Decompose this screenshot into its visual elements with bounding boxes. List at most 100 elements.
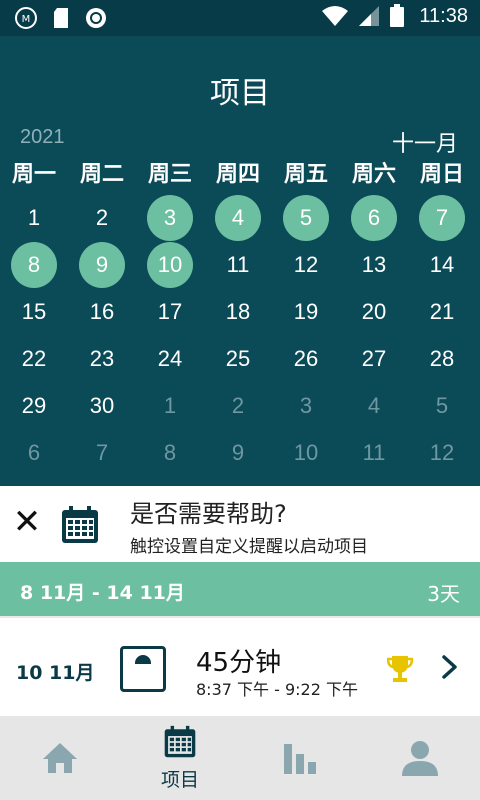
calendar-header: 项目 2021 十一月 周一 周二 周三 周四 周五 周六 周日 1234567… xyxy=(0,36,480,486)
nav-stats[interactable] xyxy=(240,716,360,800)
calendar-day-cell[interactable]: 6 xyxy=(0,429,68,476)
record-icon xyxy=(86,8,106,28)
calendar-day-cell[interactable]: 19 xyxy=(272,288,340,335)
calendar-day: 24 xyxy=(157,345,183,371)
calendar-day-cell[interactable]: 6 xyxy=(340,194,408,241)
bottom-nav: 项目 xyxy=(0,716,480,800)
calendar-day-cell[interactable]: 9 xyxy=(68,241,136,288)
status-bar: M 11:38 xyxy=(0,0,480,36)
calendar-day-cell[interactable]: 5 xyxy=(408,382,476,429)
battery-icon xyxy=(390,4,405,27)
calendar-day-cell[interactable]: 9 xyxy=(204,429,272,476)
calendar-day: 3 xyxy=(147,194,193,241)
calendar-day-cell[interactable]: 8 xyxy=(136,429,204,476)
trophy-icon xyxy=(387,656,413,682)
calendar-day: 5 xyxy=(435,392,449,418)
calendar-day: 11 xyxy=(226,251,250,277)
close-icon[interactable]: ✕ xyxy=(12,505,42,539)
calendar-icon xyxy=(62,506,98,543)
calendar-day-cell[interactable]: 2 xyxy=(68,194,136,241)
calendar-day: 26 xyxy=(293,345,319,371)
calendar-icon xyxy=(164,725,196,757)
weekday-label: 周二 xyxy=(79,162,124,187)
calendar-day: 2 xyxy=(231,392,245,418)
calendar-day: 4 xyxy=(367,392,381,418)
calendar-day: 18 xyxy=(225,298,251,324)
weekday-label: 周三 xyxy=(147,162,192,187)
calendar-week-row: 8 9 10 11 12 13 14 xyxy=(0,241,480,288)
calendar-day: 17 xyxy=(157,298,183,324)
help-subtitle: 触控设置自定义提醒以启动项目 xyxy=(130,537,368,557)
calendar-day-cell[interactable]: 4 xyxy=(204,194,272,241)
calendar-day: 1 xyxy=(27,204,41,230)
calendar-day-cell[interactable]: 3 xyxy=(272,382,340,429)
calendar-day: 10 xyxy=(293,439,319,465)
calendar-day-cell[interactable]: 25 xyxy=(204,335,272,382)
calendar-day-cell[interactable]: 16 xyxy=(68,288,136,335)
calendar-day-cell[interactable]: 18 xyxy=(204,288,272,335)
scale-icon xyxy=(120,646,166,692)
nav-home[interactable] xyxy=(0,716,120,800)
calendar-day-cell[interactable]: 10 xyxy=(136,241,204,288)
week-summary-bar: 8 11月 - 14 11月 3天 xyxy=(0,562,480,616)
calendar-day-cell[interactable]: 10 xyxy=(272,429,340,476)
calendar-day: 25 xyxy=(225,345,251,371)
nav-profile[interactable] xyxy=(360,716,480,800)
calendar-day-cell[interactable]: 29 xyxy=(0,382,68,429)
calendar-day-cell[interactable]: 17 xyxy=(136,288,204,335)
session-entry[interactable]: 10 11月 45分钟 8:37 下午 - 9:22 下午 xyxy=(0,618,480,716)
calendar-day-cell[interactable]: 11 xyxy=(204,241,272,288)
calendar-day-cell[interactable]: 1 xyxy=(0,194,68,241)
calendar-day-cell[interactable]: 26 xyxy=(272,335,340,382)
calendar-day-cell[interactable]: 15 xyxy=(0,288,68,335)
calendar-week-row: 1 2 34567 xyxy=(0,194,480,241)
calendar-day: 8 xyxy=(163,439,177,465)
calendar-day: 4 xyxy=(215,194,261,241)
chevron-right-icon[interactable] xyxy=(440,654,460,680)
weekday-label: 周五 xyxy=(283,162,328,187)
calendar-week-row: 15 16 17 18 19 20 21 xyxy=(0,288,480,335)
calendar-day-cell[interactable]: 2 xyxy=(204,382,272,429)
wifi-icon xyxy=(322,6,349,26)
calendar-day: 15 xyxy=(21,298,47,324)
calendar-day-cell[interactable]: 23 xyxy=(68,335,136,382)
nav-projects[interactable]: 项目 xyxy=(120,716,240,800)
calendar-day-cell[interactable]: 7 xyxy=(68,429,136,476)
bar-chart-icon xyxy=(284,744,316,774)
calendar-grid: 1 2 3 4 5 6 7 8 9 10 11 12 13 14 15 16 17 18 19 20 21 22 23 24 2… xyxy=(0,194,480,476)
calendar-day-cell[interactable]: 24 xyxy=(136,335,204,382)
calendar-day-cell[interactable]: 22 xyxy=(0,335,68,382)
calendar-day: 23 xyxy=(89,345,115,371)
page-title: 项目 xyxy=(210,76,270,111)
calendar-day: 22 xyxy=(21,345,47,371)
calendar-day-cell[interactable]: 21 xyxy=(408,288,476,335)
calendar-day-cell[interactable]: 20 xyxy=(340,288,408,335)
calendar-day-cell[interactable]: 28 xyxy=(408,335,476,382)
calendar-day-cell[interactable]: 7 xyxy=(408,194,476,241)
calendar-day-cell[interactable]: 30 xyxy=(68,382,136,429)
calendar-day: 30 xyxy=(89,392,115,418)
calendar-day: 11 xyxy=(362,439,386,465)
calendar-day-cell[interactable]: 12 xyxy=(408,429,476,476)
calendar-day-cell[interactable]: 8 xyxy=(0,241,68,288)
calendar-day-cell[interactable]: 1 xyxy=(136,382,204,429)
calendar-day: 9 xyxy=(231,439,245,465)
calendar-day-cell[interactable]: 14 xyxy=(408,241,476,288)
calendar-day: 6 xyxy=(351,194,397,241)
calendar-day-cell[interactable]: 3 xyxy=(136,194,204,241)
calendar-day-cell[interactable]: 12 xyxy=(272,241,340,288)
calendar-day: 2 xyxy=(95,204,109,230)
weekday-label: 周六 xyxy=(351,162,396,187)
calendar-day-cell[interactable]: 13 xyxy=(340,241,408,288)
nav-projects-label: 项目 xyxy=(160,768,199,791)
sd-card-icon xyxy=(54,8,68,28)
calendar-day: 21 xyxy=(429,298,455,324)
calendar-day-cell[interactable]: 11 xyxy=(340,429,408,476)
calendar-day: 13 xyxy=(361,251,387,277)
calendar-day-cell[interactable]: 27 xyxy=(340,335,408,382)
week-range: 8 11月 - 14 11月 xyxy=(20,582,185,604)
calendar-day-cell[interactable]: 4 xyxy=(340,382,408,429)
help-banner[interactable]: ✕ 是否需要帮助? 触控设置自定义提醒以启动项目 xyxy=(0,486,480,562)
calendar-day-cell[interactable]: 5 xyxy=(272,194,340,241)
calendar-day: 27 xyxy=(361,345,387,371)
